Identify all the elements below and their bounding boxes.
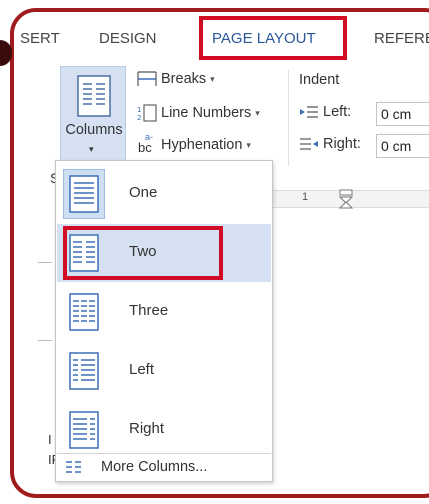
breaks-label: Breaks xyxy=(161,71,207,87)
indent-left-icon xyxy=(299,104,319,120)
breaks-button[interactable]: Breaks ▾ xyxy=(136,70,215,88)
left-columns-icon xyxy=(69,352,99,390)
columns-dropdown-menu: One Two Three Left Right More Columns... xyxy=(55,160,273,482)
columns-option-one[interactable]: One xyxy=(57,165,271,223)
indent-right-label: Right: xyxy=(299,136,361,152)
one-column-icon xyxy=(69,175,99,213)
breaks-icon xyxy=(136,70,158,88)
svg-text:1: 1 xyxy=(137,106,141,114)
columns-button[interactable]: Columns ▾ xyxy=(60,66,126,162)
horizontal-ruler[interactable]: 1 xyxy=(254,182,429,212)
columns-option-label: Left xyxy=(129,361,155,378)
indent-right-icon xyxy=(299,136,319,152)
ribbon-tab-bar: SERT DESIGN PAGE LAYOUT REFERE xyxy=(14,12,429,65)
tab-insert[interactable]: SERT xyxy=(20,30,60,47)
more-columns-icon xyxy=(66,461,81,473)
columns-option-right[interactable]: Right xyxy=(57,401,271,453)
chevron-down-icon: ▾ xyxy=(89,144,94,154)
line-numbers-button[interactable]: 1 2 Line Numbers ▾ xyxy=(136,104,260,122)
three-columns-icon xyxy=(69,293,99,331)
right-columns-icon xyxy=(69,411,99,449)
indent-right-field[interactable]: 0 cm xyxy=(376,134,429,158)
doc-fragment-text: I xyxy=(48,432,52,447)
columns-label: Columns xyxy=(65,122,123,138)
tab-references[interactable]: REFERE xyxy=(374,30,429,47)
screenshot-frame: SERT DESIGN PAGE LAYOUT REFERE Columns ▾ xyxy=(10,8,429,498)
chevron-down-icon: ▾ xyxy=(246,139,251,150)
doc-fragment xyxy=(38,340,52,341)
chevron-down-icon: ▾ xyxy=(255,107,260,118)
hyphenation-label: Hyphenation xyxy=(161,137,243,153)
columns-option-label: Two xyxy=(129,243,157,260)
hyphenation-icon: bc a- xyxy=(138,132,154,155)
ruler-number: 1 xyxy=(302,191,309,203)
tab-design[interactable]: DESIGN xyxy=(99,30,157,47)
columns-option-two[interactable]: Two xyxy=(57,224,271,282)
columns-option-label: Right xyxy=(129,420,165,437)
tab-page-layout[interactable]: PAGE LAYOUT xyxy=(212,30,316,47)
columns-option-left[interactable]: Left xyxy=(57,342,271,400)
line-numbers-icon: 1 2 xyxy=(136,104,158,122)
doc-fragment xyxy=(38,262,52,263)
columns-option-three[interactable]: Three xyxy=(57,283,271,341)
chevron-down-icon: ▾ xyxy=(210,73,215,84)
two-columns-icon xyxy=(69,234,99,272)
indent-left-label: Left: xyxy=(299,104,351,120)
line-numbers-label: Line Numbers xyxy=(161,105,252,121)
columns-option-label: One xyxy=(129,184,158,201)
columns-icon xyxy=(77,75,111,117)
indent-marker-icon[interactable] xyxy=(336,189,360,209)
columns-option-label: Three xyxy=(129,302,169,319)
hyphenation-button[interactable]: bc a- Hyphenation ▾ xyxy=(136,132,251,155)
more-columns-item[interactable]: More Columns... xyxy=(57,453,271,482)
group-separator xyxy=(288,70,289,166)
indent-title: Indent xyxy=(299,72,340,88)
svg-text:2: 2 xyxy=(137,114,141,122)
indent-left-field[interactable]: 0 cm xyxy=(376,102,429,126)
more-columns-label: More Columns... xyxy=(101,459,208,475)
